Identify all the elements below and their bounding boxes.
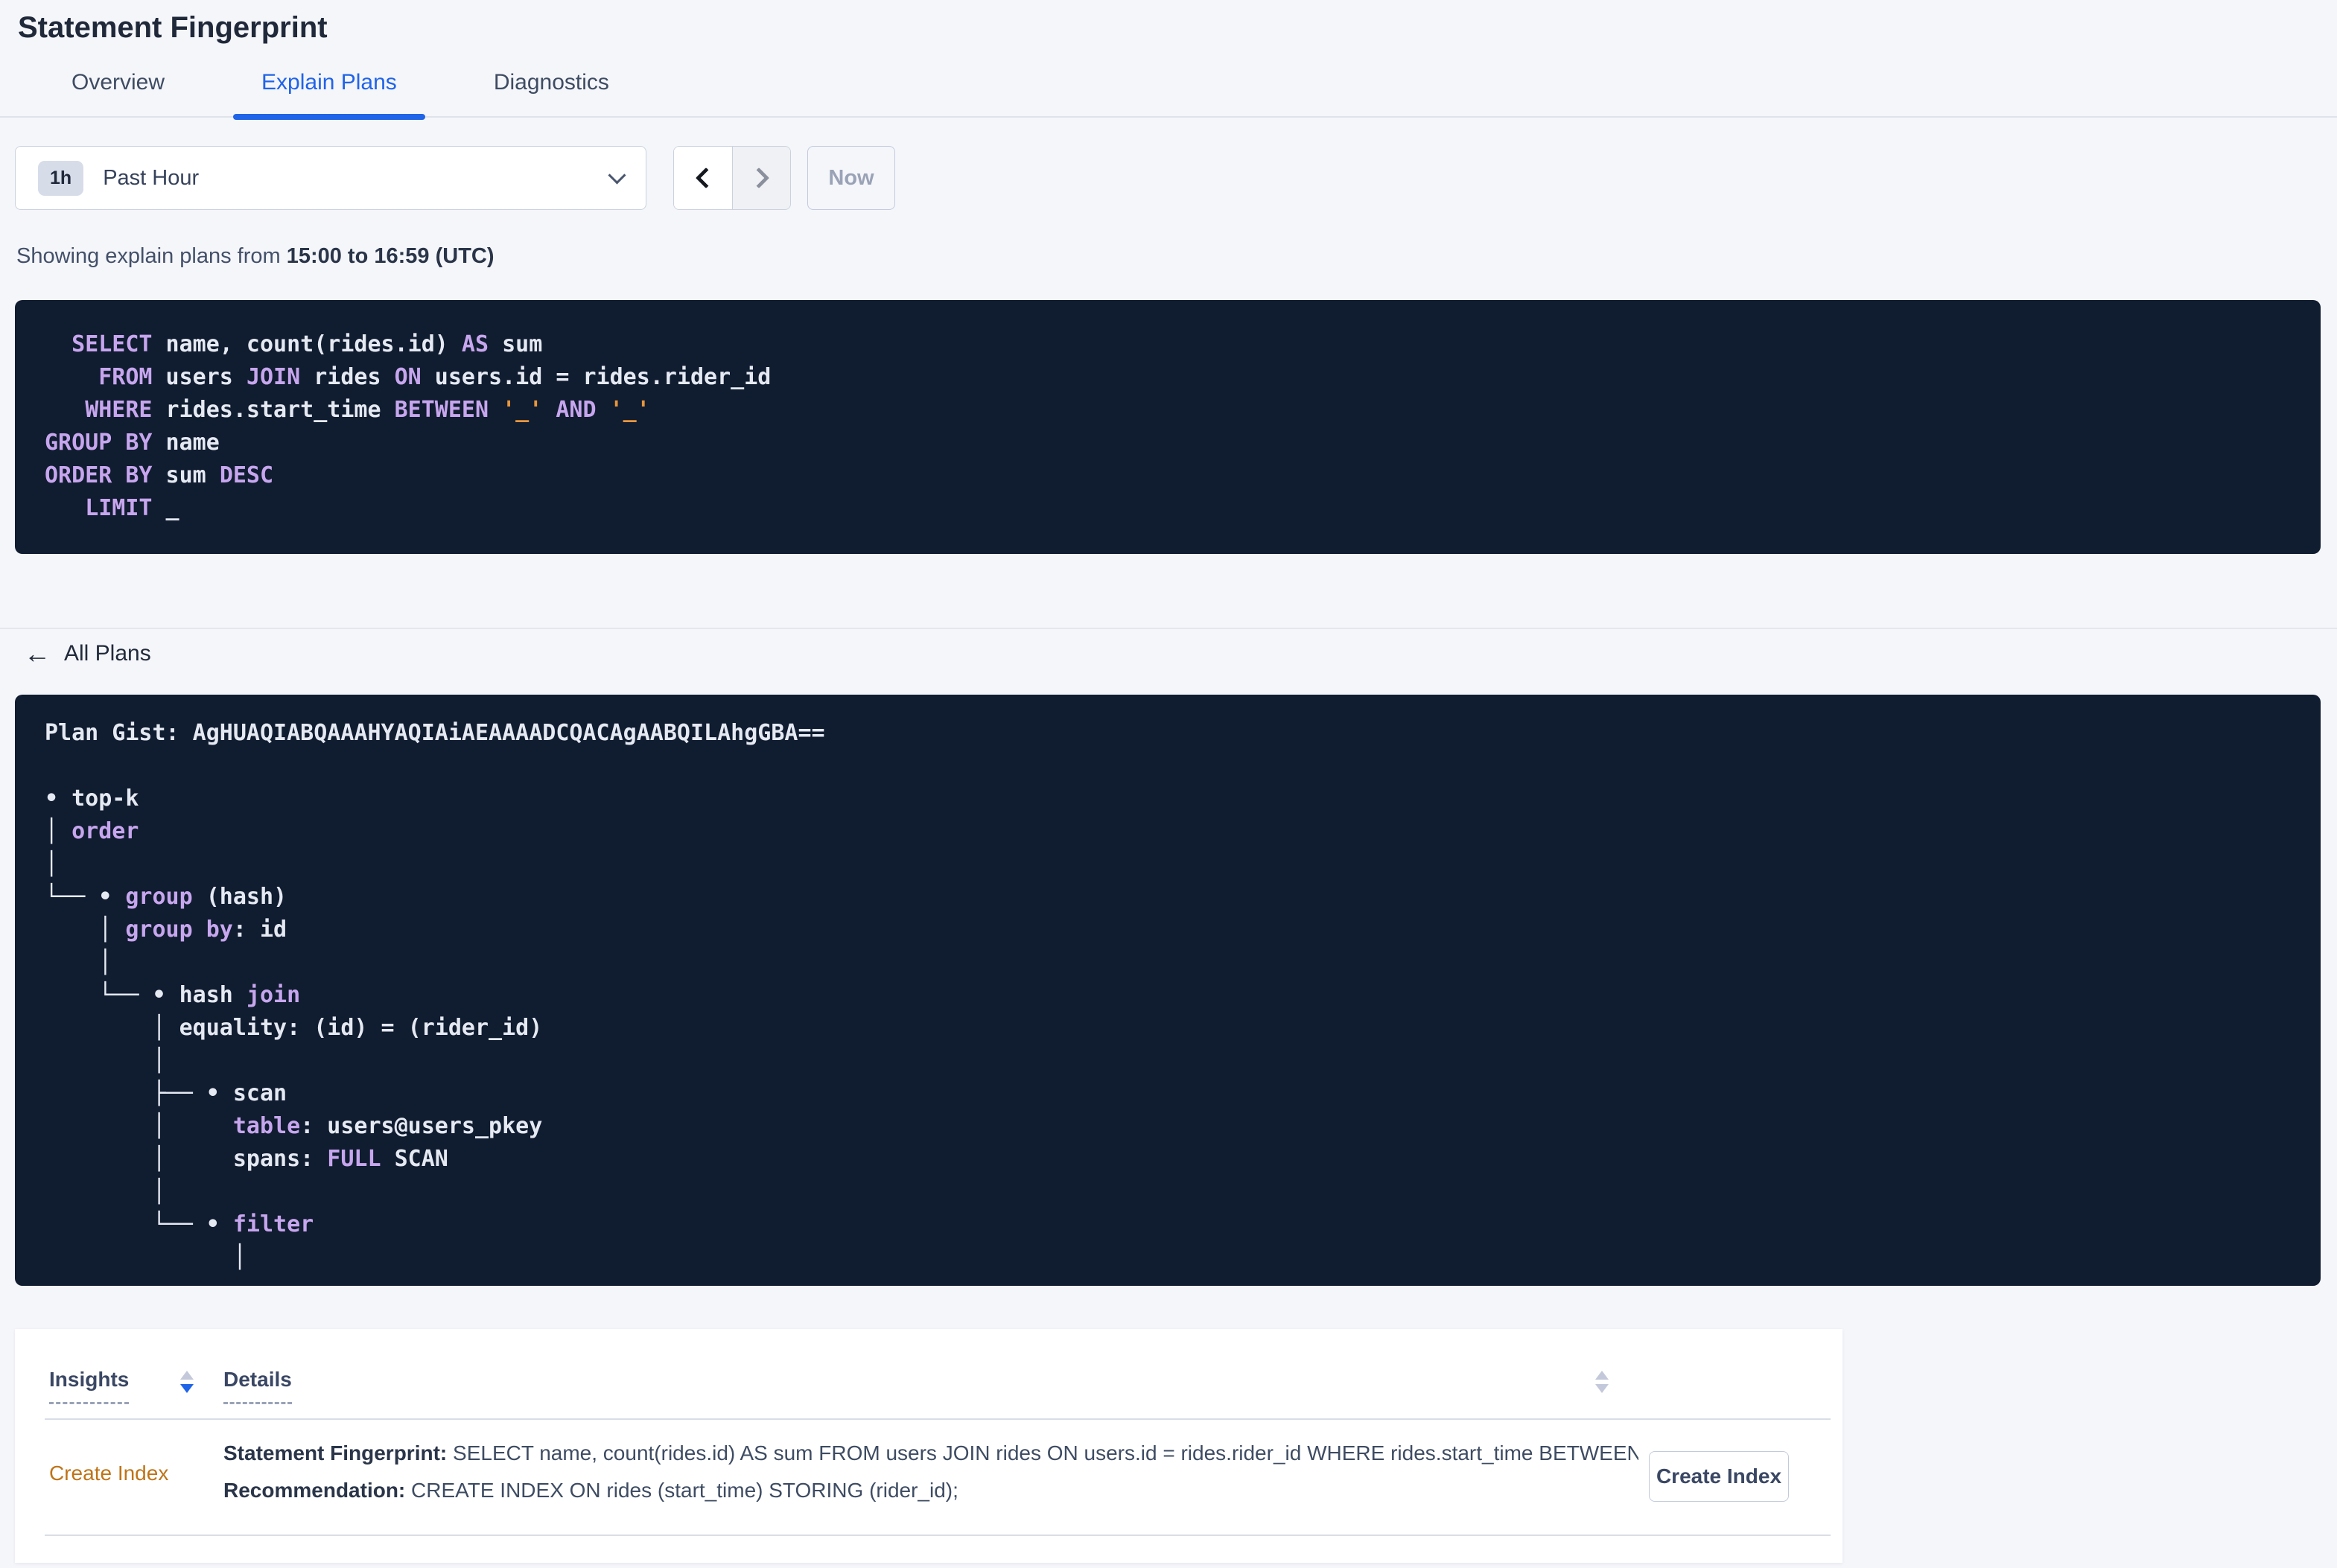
code-line: │ group by: id <box>45 917 287 943</box>
next-interval-button[interactable] <box>732 147 790 209</box>
insights-column-label: Insights <box>49 1368 130 1404</box>
table-header-divider <box>45 1418 1831 1420</box>
tab-bar: Overview Explain Plans Diagnostics <box>0 70 2337 120</box>
code-line: │ equality: (id) = (rider_id) <box>45 1015 543 1041</box>
table-row-divider <box>45 1534 1831 1536</box>
code-line: │ <box>45 851 59 877</box>
code-line: │ <box>45 949 112 975</box>
fingerprint-line: Statement Fingerprint: SELECT name, coun… <box>223 1441 1638 1465</box>
now-button[interactable]: Now <box>807 146 895 210</box>
insights-table: Insights Details Create Index Statement … <box>15 1329 1842 1563</box>
insights-sort-control[interactable] <box>180 1371 194 1393</box>
chevron-down-icon <box>608 165 626 185</box>
code-line: SELECT name, count(rides.id) AS sum <box>71 331 543 357</box>
details-column-label: Details <box>223 1368 292 1404</box>
code-line: │ spans: FULL SCAN <box>45 1146 448 1172</box>
all-plans-link[interactable]: ← All Plans <box>24 638 151 669</box>
tab-explain-plans[interactable]: Explain Plans <box>233 70 425 120</box>
section-divider <box>0 628 2337 629</box>
code-line: ├── • scan <box>45 1080 287 1106</box>
details-sort-control[interactable] <box>1595 1371 1609 1393</box>
sort-desc-icon <box>1595 1384 1609 1393</box>
sort-desc-icon <box>180 1384 194 1393</box>
showing-range: 15:00 to 16:59 (UTC) <box>286 244 495 268</box>
code-line: │ table: users@users_pkey <box>45 1113 543 1139</box>
code-line: └── • hash join <box>45 982 301 1008</box>
chevron-left-icon <box>695 167 717 189</box>
showing-prefix: Showing explain plans from <box>16 244 287 268</box>
sort-asc-icon <box>180 1371 194 1380</box>
sort-asc-icon <box>1595 1371 1609 1380</box>
code-line: GROUP BY name <box>45 430 220 456</box>
time-pager <box>673 146 791 210</box>
tab-overview[interactable]: Overview <box>71 70 165 116</box>
all-plans-label: All Plans <box>64 641 151 666</box>
code-line: │ <box>45 1244 247 1270</box>
arrow-left-icon: ← <box>24 638 51 669</box>
code-line: │ <box>45 1179 166 1205</box>
code-line: WHERE rides.start_time BETWEEN '_' AND '… <box>85 397 650 423</box>
plan-gist-block: Plan Gist: AgHUAQIABQAAAHYAQIAiAEAAAADCQ… <box>15 695 2321 1286</box>
time-range-dropdown[interactable]: 1h Past Hour <box>15 146 646 210</box>
insight-details-cell: Statement Fingerprint: SELECT name, coun… <box>223 1435 1638 1509</box>
page-title: Statement Fingerprint <box>18 11 328 44</box>
code-line: └── • filter <box>45 1211 314 1237</box>
previous-interval-button[interactable] <box>674 147 732 209</box>
time-range-badge: 1h <box>38 160 84 196</box>
insights-column-header[interactable]: Insights <box>49 1368 130 1404</box>
code-line: │ <box>45 1048 166 1074</box>
sql-statement-block: SELECT name, count(rides.id) AS sum FROM… <box>15 300 2321 554</box>
code-line: ORDER BY sum DESC <box>45 462 274 488</box>
create-index-button[interactable]: Create Index <box>1649 1451 1789 1502</box>
time-controls: 1h Past Hour Now <box>15 146 2321 210</box>
time-range-label: Past Hour <box>103 165 200 190</box>
code-line: • top-k <box>45 785 139 812</box>
code-line: Plan Gist: AgHUAQIABQAAAHYAQIAiAEAAAADCQ… <box>45 720 825 746</box>
tab-diagnostics[interactable]: Diagnostics <box>494 70 609 116</box>
showing-range-text: Showing explain plans from 15:00 to 16:5… <box>16 244 2337 269</box>
code-line: └── • group (hash) <box>45 884 287 910</box>
chevron-right-icon <box>748 167 769 189</box>
insight-type-link[interactable]: Create Index <box>49 1462 168 1485</box>
code-line: FROM users JOIN rides ON users.id = ride… <box>98 364 772 390</box>
details-column-header[interactable]: Details <box>223 1368 292 1404</box>
code-line: LIMIT _ <box>85 495 179 521</box>
recommendation-line: Recommendation: CREATE INDEX ON rides (s… <box>223 1479 958 1502</box>
code-line: │ order <box>45 818 139 844</box>
